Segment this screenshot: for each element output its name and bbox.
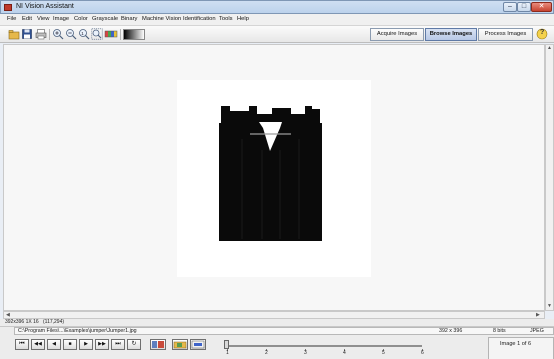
tab-browse-images[interactable]: Browse Images: [425, 28, 477, 41]
horizontal-scrollbar[interactable]: ◀ ▶: [3, 311, 545, 319]
tab-acquire-images[interactable]: Acquire Images: [370, 28, 424, 41]
menu-tools[interactable]: Tools: [219, 16, 233, 22]
stop-icon: ■: [68, 341, 72, 347]
previous-image-button[interactable]: ◀: [47, 339, 61, 350]
zoom-fit-icon: [91, 28, 103, 40]
next-image-button[interactable]: ▶: [79, 339, 93, 350]
scroll-down-icon[interactable]: ▼: [547, 303, 552, 309]
zoom-in-icon: [53, 29, 64, 40]
zoom-in-button[interactable]: [52, 28, 64, 40]
image-size-zoom-status: 392x396 1X 16: [5, 319, 39, 325]
zoom-fit-button[interactable]: [91, 28, 103, 40]
image-counter: Image 1 of 6: [500, 341, 532, 347]
previous-icon: ◀: [52, 341, 56, 347]
menu-identification[interactable]: Identification: [183, 16, 216, 22]
next-icon: ▶: [84, 341, 88, 347]
slider-tick-label: 5: [382, 350, 385, 356]
image-properties-icon: [191, 340, 205, 349]
slider-tick-label: 2: [265, 350, 268, 356]
image-browser-icon: [152, 341, 164, 348]
palette-icon: [104, 30, 118, 38]
menu-machine-vision[interactable]: Machine Vision: [142, 16, 181, 22]
tab-process-images[interactable]: Process Images: [478, 28, 533, 41]
fast-forward-button[interactable]: ▶▶: [95, 339, 109, 350]
zoom-out-button[interactable]: [65, 28, 77, 40]
jumper-part-image: [219, 106, 322, 241]
file-path-box: C:\Program Files\...\Examples\jumper\Jum…: [14, 327, 554, 335]
scroll-up-icon[interactable]: ▲: [547, 45, 552, 51]
loop-icon: ↻: [131, 341, 137, 347]
toolbar-separator: [49, 29, 50, 40]
slider-tick-label: 3: [304, 350, 307, 356]
title-bar: NI Vision Assistant – □ ✕: [0, 0, 554, 14]
menu-view[interactable]: View: [37, 16, 49, 22]
save-icon: [22, 29, 32, 39]
zoom-out-icon: [66, 29, 77, 40]
menu-help[interactable]: Help: [237, 16, 249, 22]
image-browser-button[interactable]: [150, 339, 166, 350]
menu-file[interactable]: File: [7, 16, 16, 22]
color-palette-button[interactable]: [104, 28, 118, 40]
help-button[interactable]: ?: [536, 28, 548, 40]
print-icon: [35, 29, 47, 40]
menu-binary[interactable]: Binary: [121, 16, 137, 22]
menu-bar: File Edit View Image Color Grayscale Bin…: [0, 14, 554, 26]
file-format: JPEG: [530, 328, 544, 334]
scroll-left-icon[interactable]: ◀: [6, 312, 10, 318]
slider-tick-label: 4: [343, 350, 346, 356]
maximize-button[interactable]: □: [517, 2, 531, 12]
status-line: 392x396 1X 16 (117,294): [0, 319, 554, 326]
image-dimensions: 392 x 396: [439, 328, 463, 334]
zoom-1to1-button[interactable]: 1: [78, 28, 90, 40]
toolbar: 1 Acquire Images Browse Images Process I…: [0, 26, 554, 43]
fast-forward-icon: ▶▶: [98, 341, 106, 347]
slider-tick-label: 6: [421, 350, 424, 356]
window-title: NI Vision Assistant: [16, 3, 74, 10]
scroll-right-icon[interactable]: ▶: [536, 312, 540, 318]
image-info-panel: C:\Program Files\...\Examples\jumper\Jum…: [0, 326, 554, 359]
image-folder-icon: [173, 341, 187, 349]
image-display-area[interactable]: [3, 44, 545, 311]
open-image-folder-button[interactable]: [172, 339, 188, 350]
last-image-button[interactable]: ⏭: [111, 339, 125, 350]
menu-image[interactable]: Image: [53, 16, 69, 22]
toolbar-separator: [120, 29, 121, 40]
zoom-actual-size-icon: 1: [79, 29, 90, 40]
cursor-coordinates: (117,294): [43, 319, 65, 325]
stop-button[interactable]: ■: [63, 339, 77, 350]
close-button[interactable]: ✕: [531, 2, 552, 12]
rewind-icon: ◀◀: [34, 341, 42, 347]
last-icon: ⏭: [115, 341, 121, 347]
slider-tick-label: 1: [226, 350, 229, 356]
rewind-button[interactable]: ◀◀: [31, 339, 45, 350]
menu-grayscale[interactable]: Grayscale: [92, 16, 118, 22]
image-slider-track[interactable]: [226, 345, 422, 347]
grayscale-palette-button[interactable]: [123, 29, 145, 40]
print-button[interactable]: [35, 28, 47, 40]
menu-color[interactable]: Color: [74, 16, 88, 22]
loop-button[interactable]: ↻: [127, 339, 141, 350]
open-folder-icon: [8, 30, 20, 40]
image-slider-thumb[interactable]: [224, 340, 229, 349]
open-image-button[interactable]: [8, 28, 20, 40]
file-path: C:\Program Files\...\Examples\jumper\Jum…: [18, 328, 137, 334]
vertical-scrollbar[interactable]: ▲ ▼: [545, 44, 554, 311]
first-icon: ⏮: [19, 341, 25, 347]
app-icon: [4, 4, 12, 11]
image-counter-box: Image 1 of 6: [488, 337, 554, 359]
bit-depth: 8 bits: [493, 328, 506, 334]
help-label: ?: [540, 29, 545, 36]
menu-edit[interactable]: Edit: [22, 16, 32, 22]
image-canvas: [177, 80, 371, 277]
save-image-button[interactable]: [21, 28, 33, 40]
first-image-button[interactable]: ⏮: [15, 339, 29, 350]
image-properties-button[interactable]: [190, 339, 206, 350]
minimize-button[interactable]: –: [503, 2, 517, 12]
